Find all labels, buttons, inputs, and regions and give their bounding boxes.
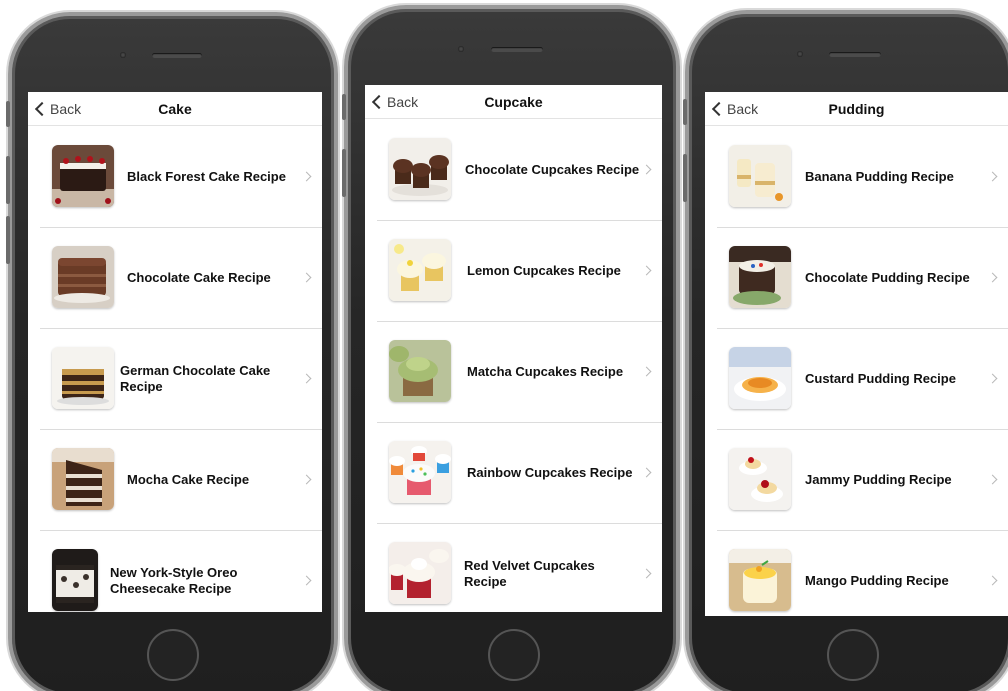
recipe-label: Chocolate Cake Recipe — [127, 270, 271, 285]
recipe-thumbnail — [729, 549, 791, 611]
recipe-list: Black Forest Cake Recipe Chocolate Cake … — [40, 127, 322, 612]
earpiece-speaker — [829, 52, 881, 57]
phone-side-button — [6, 216, 10, 264]
chevron-right-icon — [301, 575, 312, 586]
chevron-right-icon — [987, 171, 998, 182]
chevron-right-icon — [641, 164, 652, 175]
recipe-thumbnail — [729, 145, 791, 207]
list-item[interactable]: Chocolate Pudding Recipe — [717, 228, 1008, 329]
page-title: Cupcake — [484, 94, 543, 110]
recipe-label: German Chocolate Cake Recipe — [120, 363, 271, 394]
list-item[interactable]: Mocha Cake Recipe — [40, 430, 322, 531]
recipe-thumbnail — [389, 239, 451, 301]
list-item[interactable]: Chocolate Cake Recipe — [40, 228, 322, 329]
recipe-label: Red Velvet Cupcakes Recipe — [464, 558, 595, 589]
home-button[interactable] — [488, 629, 540, 681]
recipe-thumbnail — [52, 246, 114, 308]
screen: Back Cake Black Forest Cake Recipe Choco… — [28, 92, 322, 612]
list-item[interactable]: Rainbow Cupcakes Recipe — [377, 423, 662, 524]
recipe-list: Banana Pudding Recipe Chocolate Pudding … — [717, 127, 1008, 616]
list-item[interactable]: Banana Pudding Recipe — [717, 127, 1008, 228]
list-item[interactable]: Black Forest Cake Recipe — [40, 127, 322, 228]
chevron-right-icon — [301, 171, 312, 182]
list-item[interactable]: Mango Pudding Recipe — [717, 531, 1008, 616]
recipe-thumbnail — [389, 138, 451, 200]
recipe-label: Banana Pudding Recipe — [805, 169, 954, 184]
recipe-label: Mocha Cake Recipe — [127, 472, 250, 487]
list-item[interactable]: Red Velvet Cupcakes Recipe — [377, 524, 662, 612]
front-camera — [797, 51, 803, 57]
recipe-thumbnail — [389, 340, 451, 402]
list-item[interactable]: Chocolate Cupcakes Recipe — [377, 120, 662, 221]
phone-cake: Back Cake Black Forest Cake Recipe Choco… — [6, 12, 338, 691]
list-item[interactable]: New York-Style Oreo Cheesecake Recipe — [40, 531, 322, 612]
navigation-bar: Back Cupcake — [365, 85, 662, 119]
recipe-label: Black Forest Cake Recipe — [127, 169, 286, 184]
recipe-thumbnail — [729, 246, 791, 308]
page-title: Cake — [158, 101, 192, 117]
recipe-label: New York-Style Oreo Cheesecake Recipe — [110, 565, 238, 596]
phone-side-button — [342, 149, 346, 197]
recipe-thumbnail — [389, 441, 451, 503]
home-button[interactable] — [147, 629, 199, 681]
list-item[interactable]: Lemon Cupcakes Recipe — [377, 221, 662, 322]
list-item[interactable]: Custard Pudding Recipe — [717, 329, 1008, 430]
recipe-label: Jammy Pudding Recipe — [805, 472, 952, 487]
recipe-thumbnail — [389, 542, 451, 604]
recipe-label: Custard Pudding Recipe — [805, 371, 956, 386]
front-camera — [120, 52, 126, 58]
navigation-bar: Back Pudding — [705, 92, 1008, 126]
earpiece-speaker — [152, 53, 202, 58]
phone-side-button — [6, 101, 10, 127]
phone-side-button — [683, 99, 687, 125]
chevron-right-icon — [987, 474, 998, 485]
phone-pudding: Back Pudding Banana Pudding Recipe Choco… — [683, 10, 1008, 691]
chevron-right-icon — [641, 568, 652, 579]
front-camera — [458, 46, 464, 52]
home-button[interactable] — [827, 629, 879, 681]
page-title: Pudding — [828, 101, 885, 117]
list-item[interactable]: Jammy Pudding Recipe — [717, 430, 1008, 531]
recipe-thumbnail — [729, 448, 791, 510]
recipe-thumbnail — [52, 347, 114, 409]
chevron-right-icon — [301, 272, 312, 283]
phone-side-button — [6, 156, 10, 204]
chevron-right-icon — [987, 575, 998, 586]
chevron-right-icon — [301, 474, 312, 485]
list-item[interactable]: German Chocolate Cake Recipe — [40, 329, 322, 430]
recipe-thumbnail — [52, 448, 114, 510]
recipe-list: Chocolate Cupcakes Recipe Lemon Cupcakes… — [377, 120, 662, 612]
recipe-label: Matcha Cupcakes Recipe — [467, 364, 624, 379]
phone-side-button — [683, 154, 687, 202]
chevron-right-icon — [301, 373, 312, 384]
recipe-label: Mango Pudding Recipe — [805, 573, 949, 588]
recipe-label: Chocolate Pudding Recipe — [805, 270, 970, 285]
recipe-label: Rainbow Cupcakes Recipe — [467, 465, 633, 480]
recipe-thumbnail — [52, 549, 98, 611]
recipe-label: Chocolate Cupcakes Recipe — [465, 162, 640, 177]
screen: Back Cupcake Chocolate Cupcakes Recipe L… — [365, 85, 662, 612]
list-item[interactable]: Matcha Cupcakes Recipe — [377, 322, 662, 423]
recipe-label: Lemon Cupcakes Recipe — [467, 263, 621, 278]
phone-cupcake: Back Cupcake Chocolate Cupcakes Recipe L… — [342, 5, 680, 691]
navigation-bar: Back Cake — [28, 92, 322, 126]
phone-side-button — [342, 94, 346, 120]
earpiece-speaker — [491, 47, 543, 52]
recipe-thumbnail — [52, 145, 114, 207]
chevron-right-icon — [987, 373, 998, 384]
screen: Back Pudding Banana Pudding Recipe Choco… — [705, 92, 1008, 616]
recipe-thumbnail — [729, 347, 791, 409]
